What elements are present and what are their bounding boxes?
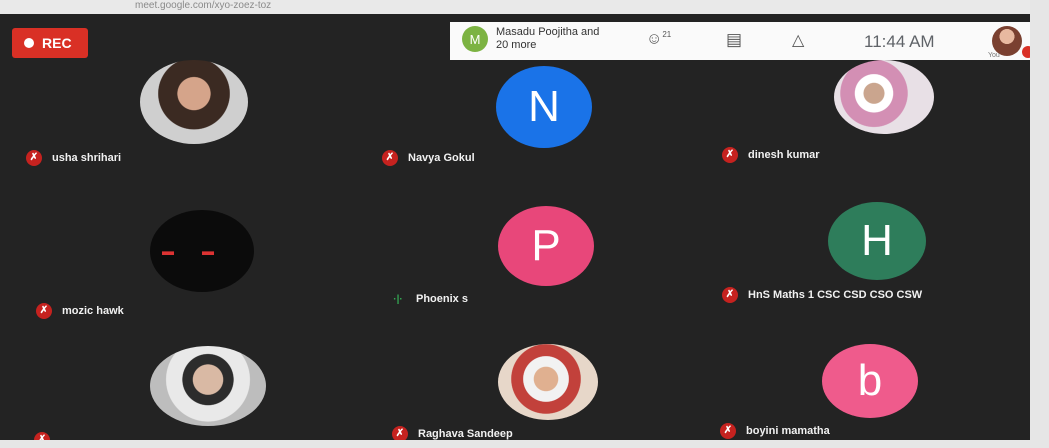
- mic-off-icon: ✗: [722, 287, 738, 303]
- participant-label: ✗ boyini mamatha: [720, 423, 830, 439]
- people-button[interactable]: ☺21: [646, 30, 671, 48]
- participant-label: ·|· Phoenix s: [390, 293, 468, 305]
- participant-grid: ✗ usha shrihari N ✗ Navya Gokul ✗ dinesh…: [0, 60, 1049, 448]
- audio-level-icon: ·|·: [393, 293, 403, 305]
- participant-tile[interactable]: ✗ Raghava Sandeep: [350, 340, 700, 448]
- participant-tile[interactable]: H ✗ HnS Maths 1 CSC CSD CSO CSW: [700, 190, 1030, 320]
- self-label: You: [988, 52, 1000, 59]
- screen-bezel-bottom: [0, 440, 1049, 448]
- participant-name: HnS Maths 1 CSC CSD CSO CSW: [748, 289, 923, 301]
- avatar-initial: P: [531, 221, 561, 270]
- participant-tile[interactable]: N ✗ Navya Gokul: [350, 60, 700, 185]
- participant-photo: ▬▬: [150, 210, 254, 292]
- mic-off-icon: ✗: [720, 423, 736, 439]
- summary-text: Masadu Poojitha and 20 more: [496, 26, 600, 51]
- participant-label: ✗ usha shrihari: [26, 150, 121, 166]
- mic-off-icon: ✗: [36, 303, 52, 319]
- participant-label: ✗ mozic hawk: [36, 303, 124, 319]
- participant-name: Raghava Sandeep: [418, 428, 513, 440]
- participant-name: boyini mamatha: [746, 425, 830, 437]
- recording-label: REC: [42, 35, 72, 51]
- screen-bezel-right: [1030, 0, 1049, 448]
- participant-avatar: H: [828, 202, 926, 280]
- browser-address-bar[interactable]: meet.google.com/xyo-zoez-toz: [0, 0, 1049, 14]
- participant-name: Phoenix s: [416, 293, 468, 305]
- avatar-initial: H: [861, 216, 893, 265]
- summary-avatar: M: [462, 26, 488, 52]
- activities-button[interactable]: △: [792, 30, 804, 50]
- activities-icon: △: [792, 32, 805, 49]
- participant-name: usha shrihari: [52, 152, 122, 164]
- clock: 11:44 AM: [864, 32, 935, 51]
- mic-off-icon: ✗: [26, 150, 42, 166]
- participant-tile[interactable]: ▬▬ ✗ mozic hawk: [0, 190, 350, 320]
- participant-photo: [498, 344, 598, 420]
- participant-tile[interactable]: b ✗ boyini mamatha: [700, 340, 1030, 448]
- participant-tile[interactable]: ✗ dinesh kumar: [700, 60, 1030, 185]
- chat-button[interactable]: ▤: [726, 30, 742, 50]
- participant-photo: [150, 346, 266, 426]
- people-icon: ☺: [646, 30, 663, 48]
- participant-avatar: N: [496, 66, 592, 148]
- participant-photo: [140, 60, 248, 144]
- mic-off-icon: ✗: [722, 147, 738, 163]
- people-count: 21: [662, 30, 672, 39]
- participant-avatar: b: [822, 344, 918, 418]
- participant-label: ✗ Navya Gokul: [382, 150, 475, 166]
- mic-off-icon: ✗: [382, 150, 398, 166]
- participant-name: mozic hawk: [62, 305, 124, 317]
- participant-tile[interactable]: P ·|· Phoenix s: [350, 190, 700, 320]
- record-dot-icon: [24, 38, 34, 48]
- hawk-eyes-icon: ▬▬: [162, 244, 242, 258]
- meet-window: meet.google.com/xyo-zoez-toz REC M Masad…: [0, 0, 1049, 448]
- participant-tile[interactable]: ✗: [0, 340, 350, 448]
- participant-name: dinesh kumar: [748, 149, 820, 161]
- participant-label: ✗ dinesh kumar: [722, 147, 820, 163]
- meeting-top-bar: M Masadu Poojitha and 20 more ☺21 ▤ △ 11…: [450, 22, 1049, 60]
- participant-label: ✗ HnS Maths 1 CSC CSD CSO CSW: [722, 287, 922, 303]
- chat-icon: ▤: [726, 30, 743, 49]
- participant-name: Navya Gokul: [408, 152, 475, 164]
- participants-summary[interactable]: M Masadu Poojitha and 20 more: [462, 26, 606, 52]
- avatar-initial: b: [857, 356, 883, 405]
- participant-avatar: P: [498, 206, 594, 286]
- participant-tile[interactable]: ✗ usha shrihari: [0, 60, 350, 185]
- avatar-initial: N: [528, 82, 560, 131]
- participant-photo: [834, 60, 934, 134]
- recording-badge: REC: [12, 28, 88, 58]
- url-text[interactable]: meet.google.com/xyo-zoez-toz: [135, 0, 271, 11]
